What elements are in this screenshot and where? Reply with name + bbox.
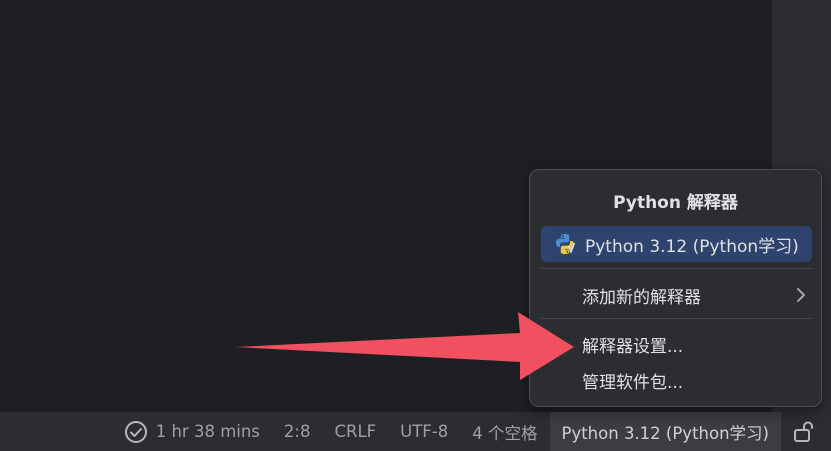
file-encoding[interactable]: UTF-8 [388,412,460,451]
check-circle-icon [124,420,148,444]
status-bar: 1 hr 38 mins 2:8 CRLF UTF-8 4 个空格 Python… [0,412,831,451]
add-new-interpreter-item[interactable]: 添加新的解释器 [541,277,812,313]
interpreter-widget[interactable]: Python 3.12 (Python学习) [549,412,781,451]
manage-packages-label: 管理软件包... [582,372,684,393]
interpreter-settings-label: 解释器设置... [582,336,684,357]
time-tracked-text: 1 hr 38 mins [155,422,260,441]
time-tracker-widget[interactable]: 1 hr 38 mins [112,412,272,451]
current-interpreter-item[interactable]: Python 3.12 (Python学习) [541,226,812,262]
add-new-interpreter-label: 添加新的解释器 [582,287,701,308]
line-ending[interactable]: CRLF [322,412,388,451]
indent-setting[interactable]: 4 个空格 [460,412,549,451]
ide-window: 1 hr 38 mins 2:8 CRLF UTF-8 4 个空格 Python… [0,0,831,451]
separator [541,318,812,319]
lock-icon[interactable] [781,412,813,451]
separator [541,268,812,269]
python-icon [553,232,577,256]
cursor-position[interactable]: 2:8 [272,412,323,451]
interpreter-popup: Python 解释器 Python 3.12 (Python学习) 添加新的解释… [529,169,822,407]
interpreter-settings-item[interactable]: 解释器设置... [541,326,812,362]
manage-packages-item[interactable]: 管理软件包... [541,362,812,398]
popup-title: Python 解释器 [613,193,738,213]
current-interpreter-label: Python 3.12 (Python学习) [585,236,799,257]
chevron-right-icon [794,286,808,309]
